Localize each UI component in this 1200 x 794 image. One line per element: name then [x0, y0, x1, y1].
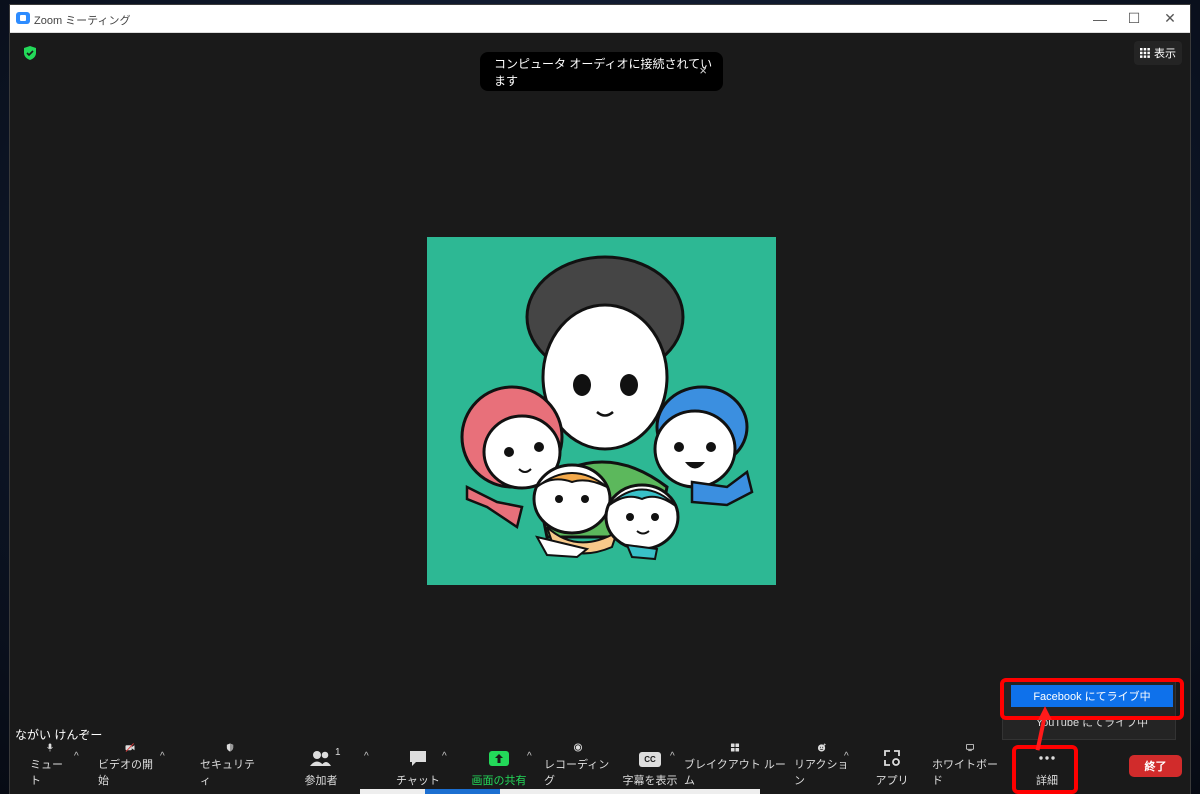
grid-icon	[1140, 48, 1150, 58]
microphone-icon	[47, 743, 53, 752]
participant-name-label: ながい けんぞー	[11, 724, 107, 745]
breakout-rooms-icon	[730, 743, 740, 752]
close-button[interactable]: ✕	[1152, 5, 1188, 32]
maximize-button[interactable]: ☐	[1116, 5, 1152, 32]
participant-avatar-image	[427, 237, 776, 585]
title-bar: Zoom ミーティング — ☐ ✕	[10, 5, 1190, 33]
toast-close-icon[interactable]: ×	[699, 63, 707, 78]
chat-options-chevron-icon[interactable]: ^	[442, 751, 447, 762]
mute-label: ミュート	[30, 759, 63, 787]
taskbar-strip	[360, 789, 760, 794]
security-shield-icon	[226, 743, 234, 752]
toast-text: コンピュータ オーディオに接続されています	[494, 56, 713, 88]
smiley-icon	[817, 743, 826, 752]
family-illustration	[460, 255, 754, 561]
start-video-label: ビデオの開始	[98, 759, 153, 787]
meeting-stage: 表示 コンピュータ オーディオに接続されています × ながい けんぞー	[10, 33, 1190, 745]
share-screen-label: 画面の共有	[471, 775, 527, 787]
apps-label: アプリ	[875, 775, 909, 787]
record-label: レコーディング	[544, 759, 610, 787]
mute-button[interactable]: ミュート	[30, 743, 70, 794]
whiteboard-label: ホワイトボード	[932, 759, 998, 787]
captions-label: 字幕を表示	[622, 775, 678, 787]
taskbar-active-item	[425, 789, 500, 794]
apps-button[interactable]: アプリ	[872, 743, 912, 794]
security-button[interactable]: セキュリティ	[200, 743, 260, 794]
apps-icon	[884, 750, 900, 766]
annotation-arrow-head-icon	[1038, 706, 1052, 720]
record-icon	[573, 743, 583, 752]
audio-connected-toast: コンピュータ オーディオに接続されています ×	[480, 52, 723, 91]
chat-icon	[410, 751, 426, 766]
minimize-button[interactable]: —	[1082, 5, 1118, 32]
share-options-chevron-icon[interactable]: ^	[527, 751, 532, 762]
highlight-box-more-button	[1012, 745, 1078, 794]
view-label: 表示	[1154, 48, 1176, 60]
mute-options-chevron-icon[interactable]: ^	[74, 751, 79, 762]
reactions-button[interactable]: リアクション	[794, 743, 850, 794]
breakout-rooms-label: ブレイクアウト ルーム	[684, 759, 786, 787]
participants-icon	[310, 751, 331, 766]
security-label: セキュリティ	[200, 759, 255, 787]
end-meeting-button[interactable]: 終了	[1129, 755, 1182, 777]
whiteboard-button[interactable]: ホワイトボード	[932, 743, 1008, 794]
window-title: Zoom ミーティング	[34, 15, 131, 27]
participants-label: 参加者	[304, 775, 338, 787]
whiteboard-icon	[965, 743, 975, 752]
closed-captions-icon: CC	[639, 752, 661, 767]
breakout-rooms-button[interactable]: ブレイクアウト ルーム	[684, 743, 786, 794]
participants-count: 1	[335, 747, 341, 758]
reactions-options-chevron-icon[interactable]: ^	[844, 751, 849, 762]
share-screen-button[interactable]: 画面の共有	[468, 743, 530, 794]
record-button[interactable]: レコーディング	[544, 743, 612, 794]
captions-options-chevron-icon[interactable]: ^	[670, 751, 675, 762]
zoom-app-icon	[16, 12, 30, 24]
participants-options-chevron-icon[interactable]: ^	[364, 751, 369, 762]
start-video-button[interactable]: ビデオの開始	[98, 743, 162, 794]
chat-label: チャット	[396, 775, 440, 787]
share-screen-icon	[489, 751, 509, 766]
highlight-box-facebook-live	[1000, 678, 1184, 720]
reactions-label: リアクション	[794, 759, 849, 787]
chat-button[interactable]: チャット	[396, 743, 440, 794]
zoom-window: Zoom ミーティング — ☐ ✕ 表示 コンピュータ オーディオに接続されてい…	[10, 5, 1190, 794]
video-off-icon	[125, 743, 135, 752]
shield-icon[interactable]	[22, 45, 38, 61]
view-button[interactable]: 表示	[1134, 41, 1182, 65]
video-options-chevron-icon[interactable]: ^	[160, 751, 165, 762]
